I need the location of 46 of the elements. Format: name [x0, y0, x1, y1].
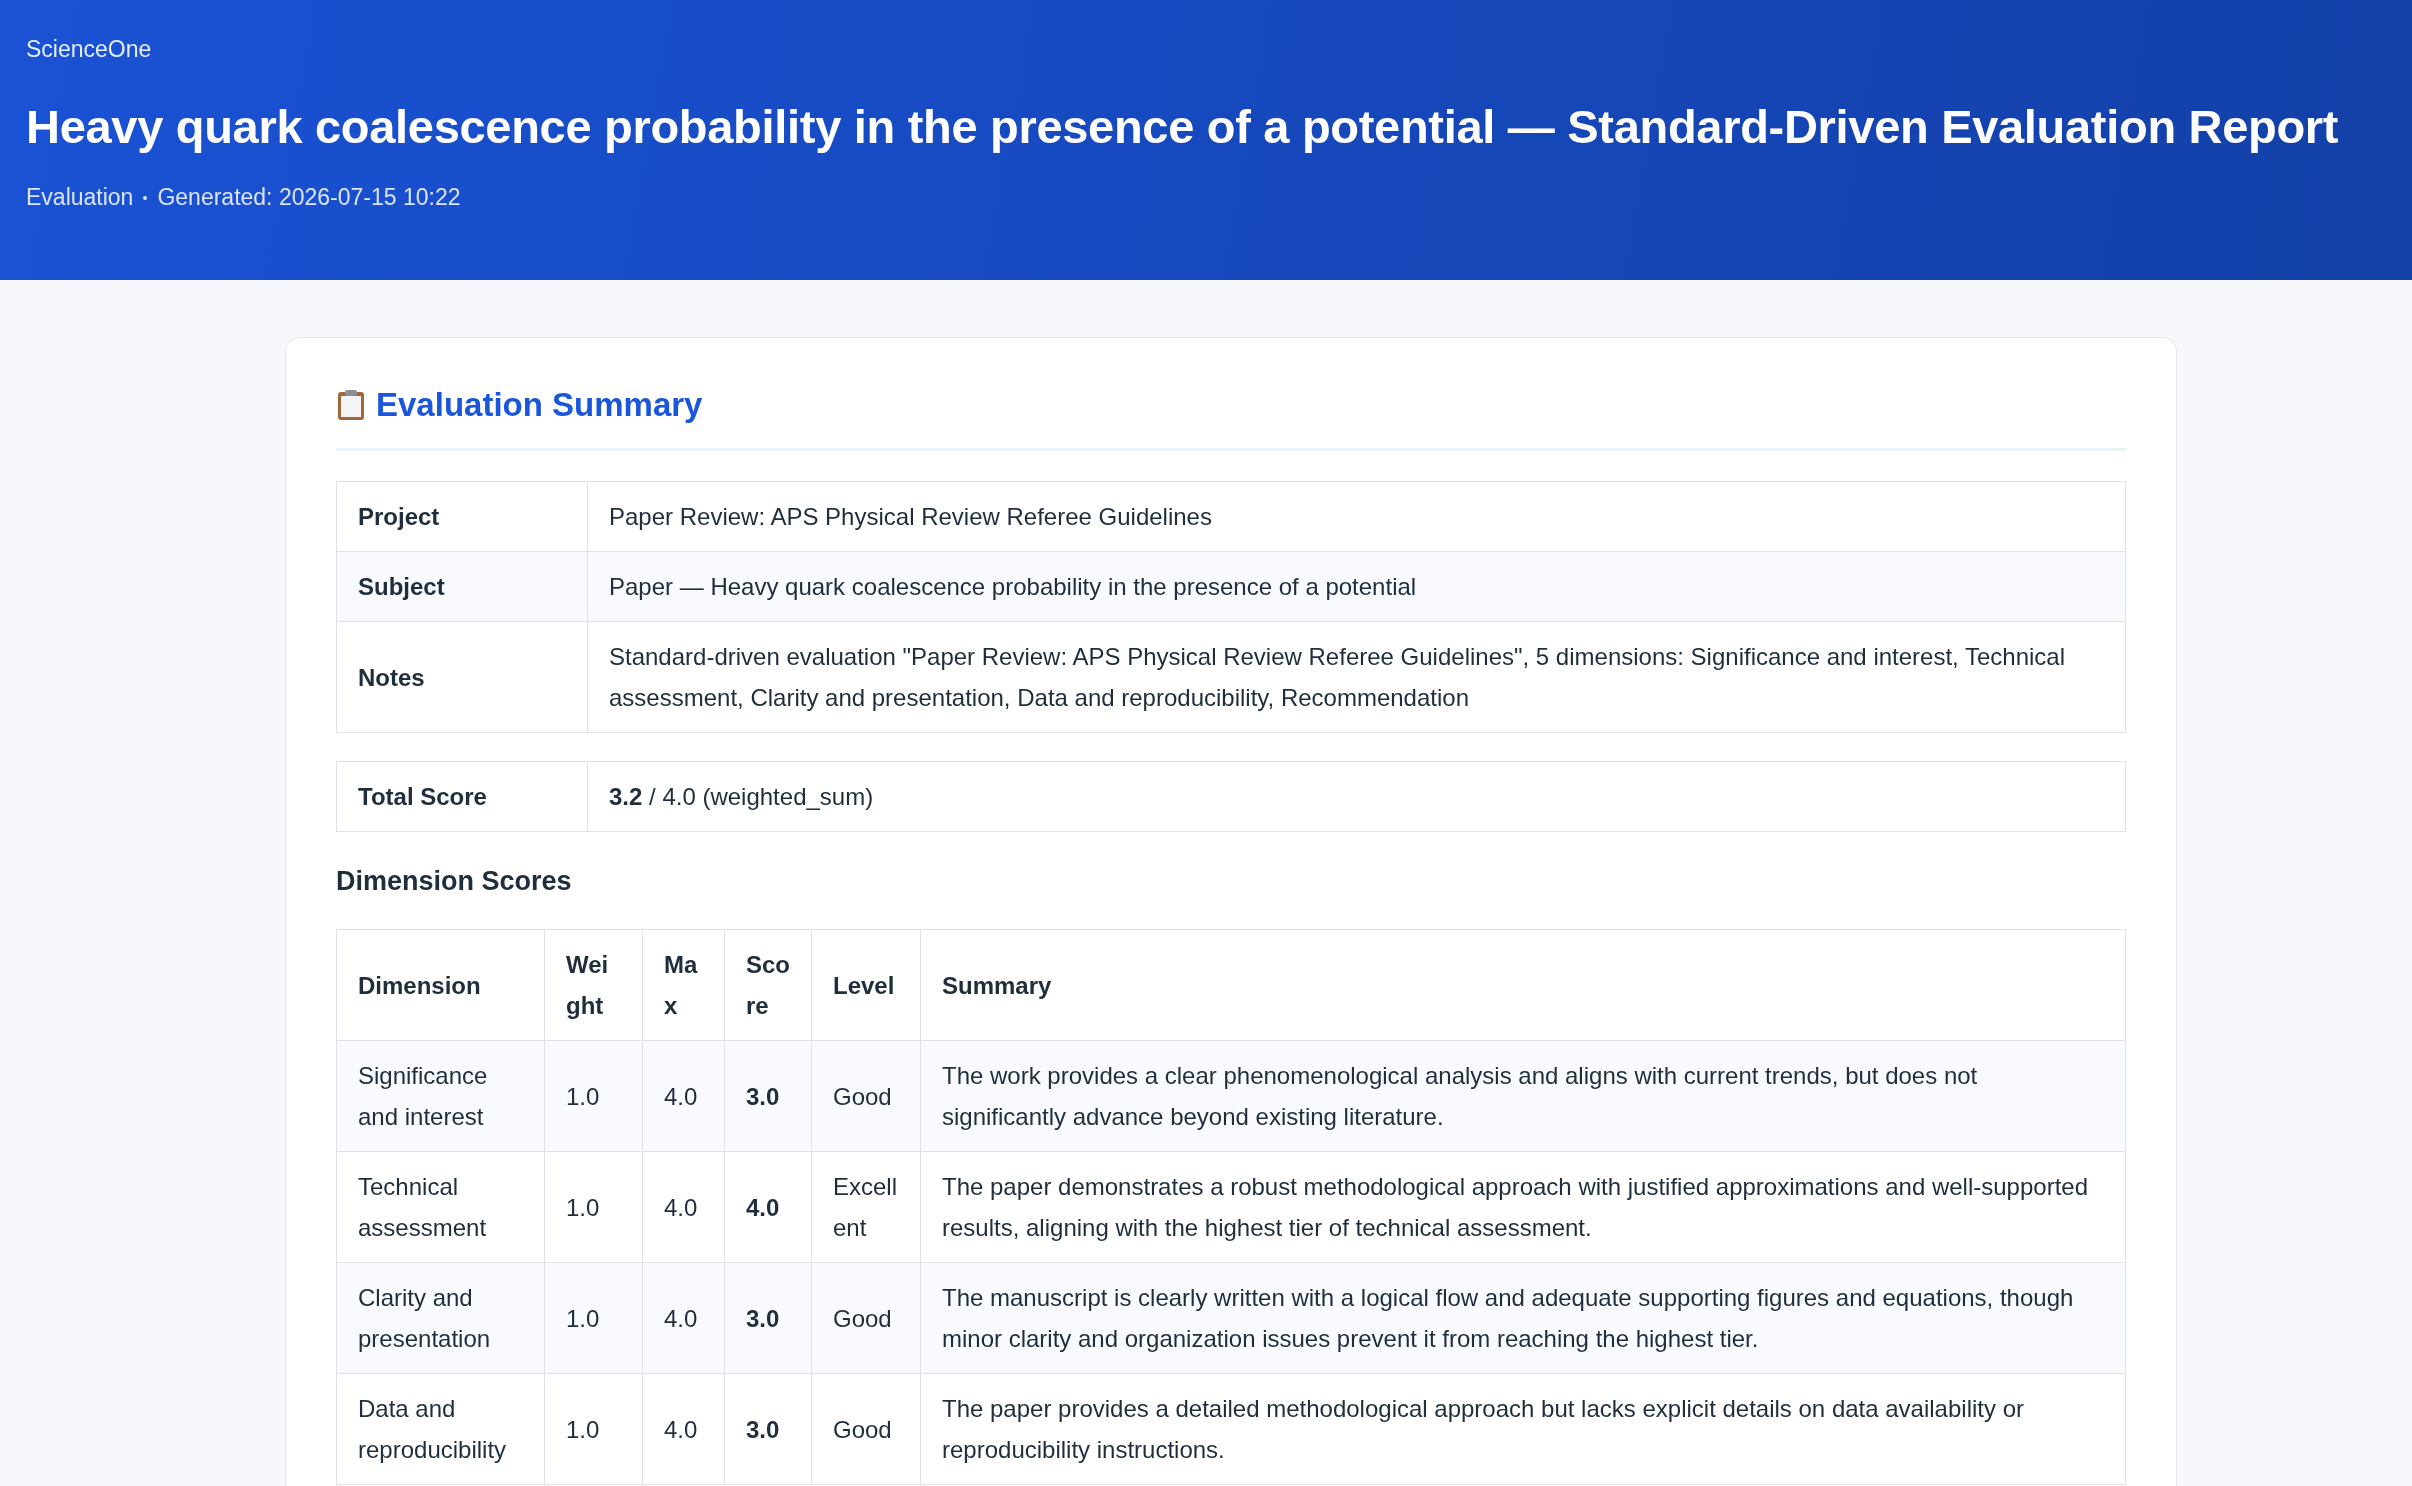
table-cell: Standard-driven evaluation "Paper Review: APS Physical Review Referee Guidelines", 5 dimensions: Significance and interest, Technical assessment, Clarity and presentation, Data and reproducibility, Recommendation — [587, 621, 2126, 733]
column-header: Weight — [544, 929, 643, 1041]
table-cell: 1.0 — [544, 1262, 643, 1374]
table-cell: 4.0 — [642, 1373, 725, 1485]
meta-text: Evaluation — [26, 184, 134, 211]
column-header: Level — [811, 929, 921, 1041]
table-cell: Paper Review: APS Physical Review Referee Guidelines — [587, 481, 2126, 552]
table-cell: 1.0 — [544, 1040, 643, 1152]
table-cell: Excellent — [811, 1151, 921, 1263]
clipboard-icon — [336, 389, 366, 421]
table-cell: 1.0 — [544, 1373, 643, 1485]
table-cell: Total Score — [336, 761, 588, 832]
table-cell: The work provides a clear phenomenological analysis and aligns with current trends, but does not significantly advance beyond existing literature. — [920, 1040, 2126, 1152]
table-cell: 3.0 — [724, 1262, 812, 1374]
table-cell: 1.0 — [544, 1151, 643, 1263]
column-header: Summary — [920, 929, 2126, 1041]
table-cell: Clarity and presentation — [336, 1262, 545, 1374]
table-cell: The manuscript is clearly written with a logical flow and adequate supporting figures and equations, though minor clarity and organization issues prevent it from reaching the highest tier. — [920, 1262, 2126, 1374]
column-header: Max — [642, 929, 725, 1041]
brand-name: ScienceOne — [26, 36, 153, 63]
column-header: Dimension — [336, 929, 545, 1041]
table-cell: Notes — [336, 621, 588, 733]
table-cell: The paper provides a detailed methodological approach but lacks explicit details on data availability or reproducibility instructions. — [920, 1373, 2126, 1485]
table-cell: Subject — [336, 551, 588, 622]
table-cell: 4.0 — [642, 1262, 725, 1374]
table-cell: The paper demonstrates a robust methodological approach with justified approximations and well-supported results, aligning with the highest tier of technical assessment. — [920, 1151, 2126, 1263]
table-cell: Paper — Heavy quark coalescence probability in the presence of a potential — [587, 551, 2126, 622]
table-cell: Good — [811, 1373, 921, 1485]
section-heading: Evaluation Summary — [376, 386, 703, 424]
table-cell: 4.0 — [642, 1151, 725, 1263]
separator-dot — [143, 195, 148, 200]
subsection-heading: Dimension Scores — [336, 866, 573, 897]
table-cell: 3.2 / 4.0 (weighted_sum) — [587, 761, 2126, 832]
column-header: Score — [724, 929, 812, 1041]
meta-text: Generated: 2026-07-15 10:22 — [157, 184, 461, 211]
table-cell: 4.0 — [642, 1040, 725, 1152]
table-cell: Significance and interest — [336, 1040, 545, 1152]
table-cell: 3.0 — [724, 1040, 812, 1152]
table-cell: Technical assessment — [336, 1151, 545, 1263]
table-cell: Data and reproducibility — [336, 1373, 545, 1485]
table-cell: 4.0 — [724, 1151, 812, 1263]
table-cell: 3.0 — [724, 1373, 812, 1485]
table-cell: Good — [811, 1040, 921, 1152]
report-title: Heavy quark coalescence probability in the presence of a potential — Standard-Driven Evaluation Report — [26, 99, 2340, 154]
table-cell: Good — [811, 1262, 921, 1374]
table-cell: Project — [336, 481, 588, 552]
